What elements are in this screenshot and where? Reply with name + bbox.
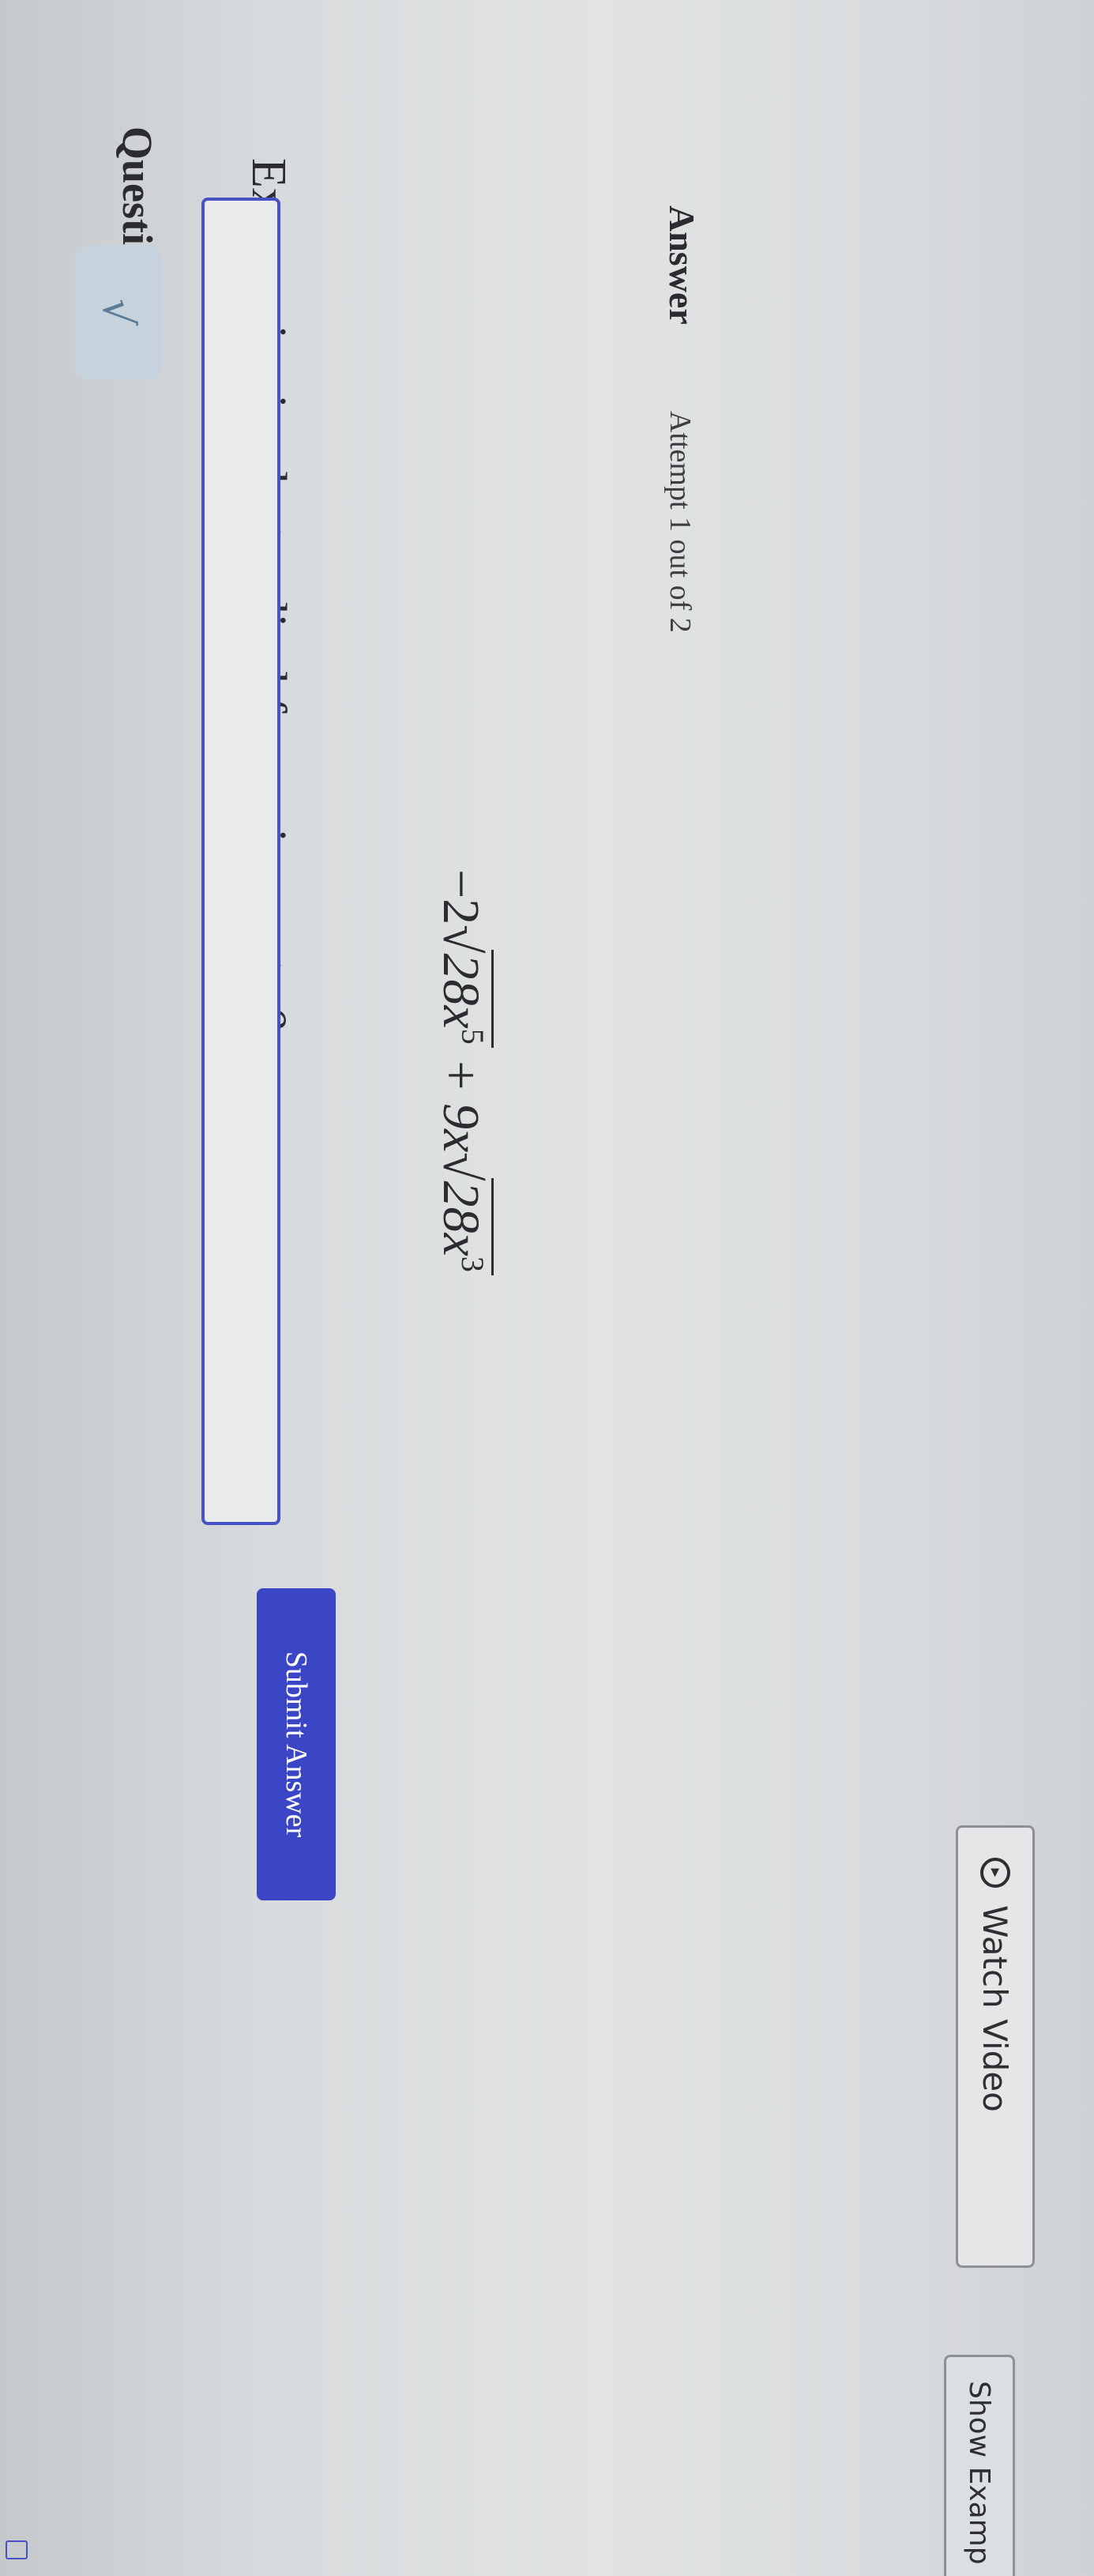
answer-label: Answer	[662, 205, 702, 325]
attempt-counter: Attempt 1 out of 2	[664, 411, 697, 633]
term1-coefficient: −2	[432, 869, 490, 925]
show-example-button[interactable]: Show Examp	[944, 2355, 1015, 2576]
question-page: Question Express in simplest radical for…	[0, 0, 1094, 2576]
watch-video-button[interactable]: ▶ Watch Video	[956, 1825, 1035, 2268]
operator: +	[432, 1060, 490, 1090]
math-expression: −2√28x5 + 9x√28x3	[430, 869, 494, 1275]
screen: Question Express in simplest radical for…	[0, 0, 1094, 2576]
radical-sign: √	[432, 925, 490, 954]
document-icon[interactable]	[6, 2540, 28, 2559]
play-circle-icon: ▶	[980, 1858, 1010, 1888]
term1-radicand: 28x5	[430, 950, 494, 1048]
term1-radicand-exponent: 5	[455, 1028, 491, 1045]
show-example-label: Show Examp	[963, 2381, 996, 2565]
watch-video-label: Watch Video	[976, 1905, 1015, 2112]
submit-answer-button[interactable]: Submit Answer	[257, 1588, 336, 1900]
term2-radicand-base: 28x	[432, 1181, 490, 1256]
term2-radicand: 28x3	[430, 1177, 494, 1275]
term2-radicand-exponent: 3	[455, 1256, 491, 1272]
square-root-icon: √	[93, 298, 144, 326]
radical-sign: √	[432, 1152, 490, 1181]
term1-radicand-base: 28x	[432, 953, 490, 1029]
answer-input[interactable]	[201, 198, 280, 1525]
term2-coefficient: 9x	[432, 1103, 490, 1153]
square-root-button[interactable]: √	[75, 245, 162, 379]
submit-answer-label: Submit Answer	[280, 1651, 313, 1838]
